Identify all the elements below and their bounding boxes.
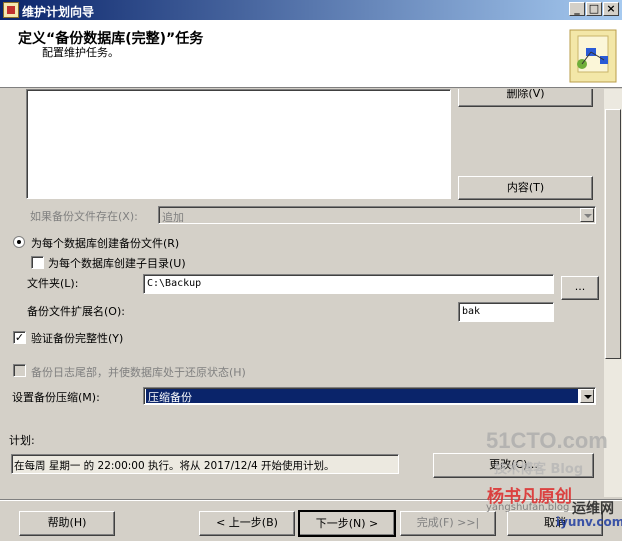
verify-label: 验证备份完整性(Y): [31, 332, 124, 345]
window-title: 维护计划向导: [22, 5, 95, 19]
footer-divider: [0, 499, 622, 501]
if-exists-label: 如果备份文件存在(X):: [30, 210, 138, 223]
tail-log-checkbox[interactable]: [13, 364, 26, 377]
schedule-text: 在每周 星期一 的 22:00:00 执行。将从 2017/12/4 开始使用计…: [11, 454, 399, 474]
window-titlebar[interactable]: 维护计划向导 _ □ ×: [0, 0, 622, 20]
app-icon: [3, 2, 19, 18]
create-per-db-radio[interactable]: [13, 236, 25, 248]
page-subtitle: 配置维护任务。: [42, 46, 119, 59]
folder-label: 文件夹(L):: [27, 277, 79, 290]
browse-button[interactable]: ...: [561, 276, 599, 300]
close-button[interactable]: ×: [603, 2, 619, 16]
schedule-label: 计划:: [9, 434, 35, 447]
finish-button[interactable]: 完成(F) >>|: [400, 511, 496, 536]
minimize-button[interactable]: _: [569, 2, 585, 16]
cancel-button[interactable]: 取消: [507, 511, 603, 536]
verify-checkbox[interactable]: ✓: [13, 331, 26, 344]
compression-value: 压缩备份: [146, 389, 578, 404]
compression-label: 设置备份压缩(M):: [12, 391, 100, 404]
help-button[interactable]: 帮助(H): [19, 511, 115, 536]
create-subdir-label: 为每个数据库创建子目录(U): [48, 257, 186, 270]
scrollbar-thumb[interactable]: [605, 109, 621, 359]
wizard-header: 定义“备份数据库(完整)”任务 配置维护任务。: [0, 20, 622, 88]
if-exists-select[interactable]: 追加: [158, 206, 596, 224]
backup-destination-list[interactable]: [26, 89, 451, 199]
folder-input[interactable]: C:\Backup: [143, 274, 554, 294]
if-exists-value: 追加: [162, 211, 184, 224]
change-schedule-button[interactable]: 更改(C)...: [433, 453, 594, 478]
chevron-down-icon: [580, 389, 594, 403]
contents-button[interactable]: 内容(T): [458, 176, 593, 200]
vertical-scrollbar[interactable]: [604, 89, 622, 497]
back-button[interactable]: < 上一步(B): [199, 511, 295, 536]
extension-label: 备份文件扩展名(O):: [27, 305, 125, 318]
create-subdir-checkbox[interactable]: [31, 256, 44, 269]
delete-button[interactable]: 删除(V): [458, 89, 593, 107]
wizard-graphic-icon: [569, 29, 617, 83]
tail-log-label: 备份日志尾部，并使数据库处于还原状态(H): [31, 366, 246, 379]
compression-select[interactable]: 压缩备份: [143, 387, 596, 405]
extension-input[interactable]: bak: [458, 302, 554, 322]
create-per-db-label: 为每个数据库创建备份文件(R): [31, 237, 180, 250]
task-settings-panel: 删除(V) 内容(T) 如果备份文件存在(X): 追加 为每个数据库创建备份文件…: [0, 89, 604, 497]
chevron-down-icon: [580, 208, 594, 222]
maximize-button[interactable]: □: [586, 2, 602, 16]
next-button[interactable]: 下一步(N) >: [298, 510, 396, 537]
